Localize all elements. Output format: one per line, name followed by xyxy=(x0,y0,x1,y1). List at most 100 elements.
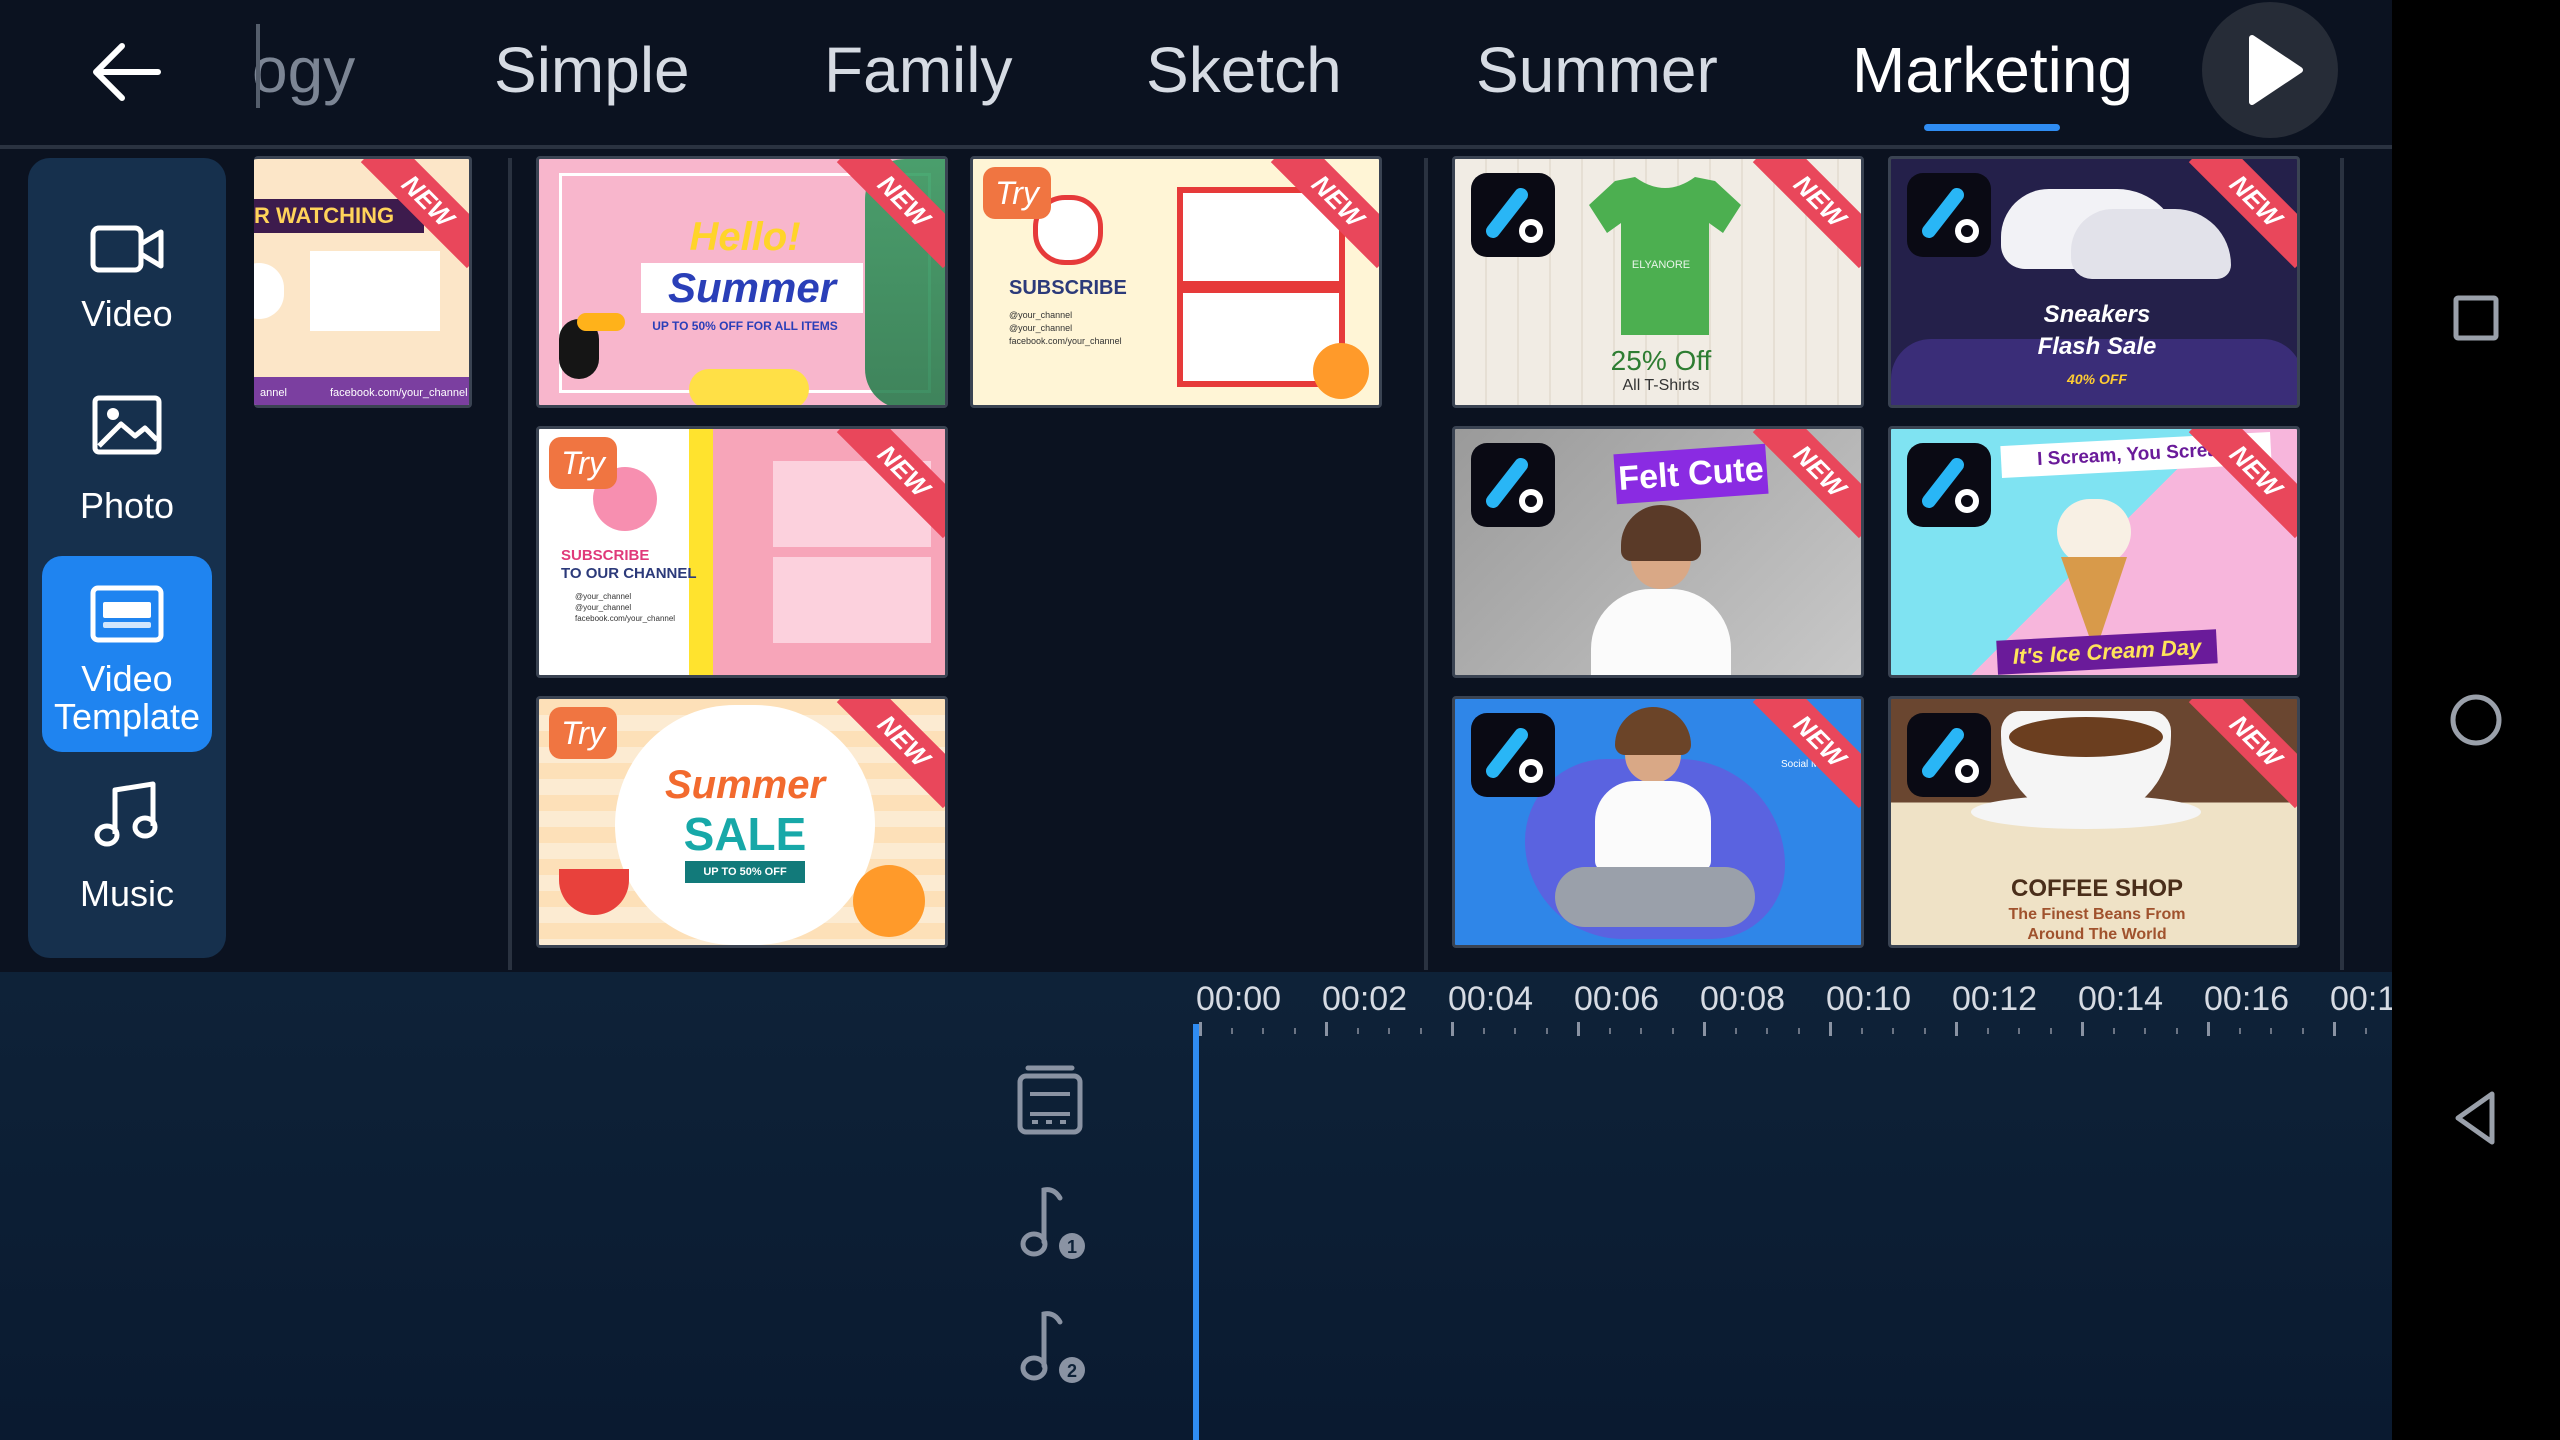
home-circle-icon[interactable] xyxy=(2436,680,2516,760)
timeline-minor-tick xyxy=(1608,1028,1611,1034)
template-thumb-hello-summer[interactable]: Hello! Summer UP TO 50% OFF FOR ALL ITEM… xyxy=(536,156,948,408)
sidebar-item-video-template[interactable]: Video Template xyxy=(42,556,212,752)
music-track-2-icon[interactable]: 2 xyxy=(1010,1302,1090,1392)
template-thumb-sneakers[interactable]: Sneakers Flash Sale 40% OFF NEW xyxy=(1888,156,2300,408)
tab-sketch[interactable]: Sketch xyxy=(1146,30,1342,110)
timeline-minor-tick xyxy=(2238,1028,2241,1034)
timeline-minor-tick xyxy=(1262,1028,1264,1034)
tab-summer[interactable]: Summer xyxy=(1476,30,1718,110)
tab-simple[interactable]: Simple xyxy=(494,30,690,110)
recents-square-icon[interactable] xyxy=(2436,278,2516,358)
sidebar-item-music[interactable]: Music xyxy=(28,768,226,958)
system-navigation-bar xyxy=(2392,0,2560,1440)
back-button[interactable] xyxy=(78,30,174,114)
column-divider xyxy=(508,158,512,970)
tab-marketing[interactable]: Marketing xyxy=(1852,30,2133,110)
timeline-major-tick xyxy=(2207,1022,2210,1036)
template-title: Summer xyxy=(664,763,826,807)
portrait-hair xyxy=(1621,505,1701,561)
play-icon xyxy=(2249,35,2303,105)
template-text: annel xyxy=(260,387,287,399)
decor-shape xyxy=(689,369,809,405)
timeline-minor-tick xyxy=(1671,1028,1674,1034)
timeline-major-tick xyxy=(1703,1022,1706,1036)
contact-line: @your_channel xyxy=(575,592,632,601)
timeline-major-tick xyxy=(1199,1022,1202,1036)
contact-line: facebook.com/your_channel xyxy=(1009,336,1122,346)
contact-line: @your_channel xyxy=(1009,323,1073,333)
template-thumb-partial[interactable]: R WATCHING annel facebook.com/your_chann… xyxy=(254,156,472,408)
app-badge xyxy=(1471,443,1555,527)
timeline-minor-tick xyxy=(2301,1028,2304,1034)
sidebar-item-label: Video Template xyxy=(28,660,226,736)
timeline-minor-tick xyxy=(2270,1028,2272,1034)
contact-line: facebook.com/your_channel xyxy=(575,614,676,623)
template-thumb-subscribe-channel[interactable]: SUBSCRIBE TO OUR CHANNEL @your_channel @… xyxy=(536,426,948,678)
try-badge: Try xyxy=(549,707,617,759)
sidebar-item-photo[interactable]: Photo xyxy=(28,380,226,570)
sidebar-item-label: Video xyxy=(81,293,173,334)
track-badge: 1 xyxy=(1067,1237,1077,1257)
back-triangle-icon[interactable] xyxy=(2436,1078,2516,1158)
template-title: 25% Off xyxy=(1610,345,1712,376)
timeline-tick-label: 00:16 xyxy=(2204,980,2290,1018)
template-text: R WATCHING xyxy=(254,199,424,233)
template-thumb-coffee-shop[interactable]: COFFEE SHOP The Finest Beans From Around… xyxy=(1888,696,2300,948)
timeline-tick-label: 00:1 xyxy=(2330,980,2392,1018)
timeline-tick-label: 00:10 xyxy=(1826,980,1912,1018)
template-title: SUBSCRIBE xyxy=(1009,277,1127,299)
template-subtitle: All T-Shirts xyxy=(1622,377,1700,394)
timeline-minor-tick xyxy=(2018,1028,2020,1034)
template-subtitle: The Finest Beans From Around The World xyxy=(1891,905,2297,945)
new-badge: NEW xyxy=(1752,159,1861,269)
sneaker-image xyxy=(2071,209,2231,279)
app-logo-icon xyxy=(1486,728,1543,783)
timeline-tick-label: 00:08 xyxy=(1700,980,1786,1018)
app-badge xyxy=(1907,443,1991,527)
play-button[interactable] xyxy=(2202,2,2338,138)
template-title: Summer xyxy=(641,263,863,313)
music-track-1-icon[interactable]: 1 xyxy=(1010,1178,1090,1268)
app-logo-icon xyxy=(1486,458,1543,513)
app-logo-icon xyxy=(1922,458,1979,513)
top-divider xyxy=(0,145,2392,149)
try-badge: Try xyxy=(983,167,1051,219)
timeline-minor-tick xyxy=(1640,1028,1642,1034)
template-thumb-summer-sale[interactable]: Summer SALE UP TO 50% OFF Try NEW xyxy=(536,696,948,948)
tshirt-image xyxy=(1589,177,1741,335)
timeline-minor-tick xyxy=(1734,1028,1737,1034)
template-contacts: @your_channel @your_channel facebook.com… xyxy=(1009,309,1122,348)
column-divider xyxy=(1424,158,1428,970)
title-line: Flash Sale xyxy=(2037,333,2157,360)
template-thumb-felt-cute[interactable]: Felt Cute NEW xyxy=(1452,426,1864,678)
tab-family[interactable]: Family xyxy=(824,30,1012,110)
video-track-icon[interactable] xyxy=(1010,1056,1090,1146)
watermelon-decor xyxy=(559,869,629,915)
template-thumb-subscribe-frames[interactable]: SUBSCRIBE @your_channel @your_channel fa… xyxy=(970,156,1382,408)
coffee-surface xyxy=(2009,717,2163,757)
timeline-tick-label: 00:02 xyxy=(1322,980,1408,1018)
title-line: SUBSCRIBE xyxy=(561,547,650,564)
timeline-major-tick xyxy=(1451,1022,1454,1036)
app-badge xyxy=(1907,713,1991,797)
timeline-minor-tick xyxy=(2112,1028,2115,1034)
timeline-minor-tick xyxy=(1986,1028,1989,1034)
timeline-major-tick xyxy=(2333,1022,2336,1036)
template-thumb-tshirt[interactable]: ELYANORE 25% Off All T-Shirts NEW xyxy=(1452,156,1864,408)
try-badge: Try xyxy=(549,437,617,489)
template-thumb-social-media[interactable]: Social Media NEW xyxy=(1452,696,1864,948)
new-badge: NEW xyxy=(1752,699,1861,809)
label-line-2: Template xyxy=(53,696,201,737)
app-badge xyxy=(1471,173,1555,257)
timeline-minor-tick xyxy=(1860,1028,1863,1034)
label-line-1: Video xyxy=(81,658,173,699)
tab-ogy[interactable]: ogy xyxy=(252,30,355,110)
template-title: SUBSCRIBE TO OUR CHANNEL xyxy=(561,547,697,583)
portrait-hair xyxy=(1615,707,1691,755)
template-text: facebook.com/your_channel xyxy=(330,387,468,399)
active-tab-indicator xyxy=(1924,124,2060,131)
playhead[interactable] xyxy=(1193,1024,1199,1440)
sidebar-item-video[interactable]: Video xyxy=(28,188,226,378)
template-thumb-ice-cream[interactable]: I Scream, You Scream It's Ice Cream Day … xyxy=(1888,426,2300,678)
frame-placeholder xyxy=(773,557,931,643)
